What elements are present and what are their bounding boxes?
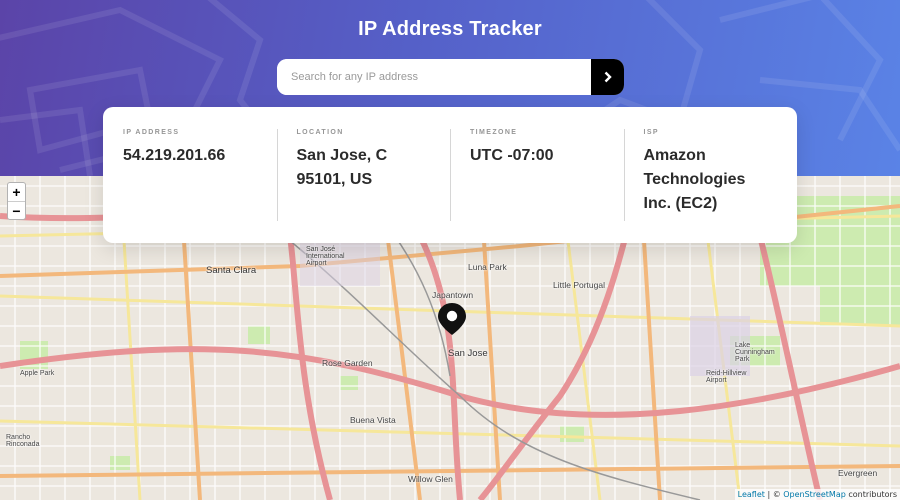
- map-label-lake-cunningham: Lake Cunningham Park: [735, 342, 775, 363]
- zoom-out-button[interactable]: −: [8, 201, 25, 219]
- map-label-rose-garden: Rose Garden: [322, 358, 373, 368]
- map-label-sjc-airport: San José International Airport: [306, 246, 345, 267]
- isp-label: ISP: [643, 129, 659, 136]
- map-label-san-jose: San Jose: [448, 348, 488, 359]
- map-label-buena-vista: Buena Vista: [350, 415, 396, 425]
- map-label-rancho-rinconada: Rancho Rinconada: [6, 434, 40, 448]
- location-label: Location: [296, 129, 344, 136]
- search-bar: [277, 59, 624, 95]
- timezone-label: Timezone: [470, 129, 518, 136]
- isp-section: ISP Amazon Technologies Inc. (EC2): [623, 129, 798, 223]
- map-label-willow-glen: Willow Glen: [408, 474, 453, 484]
- location-section: Location San Jose, C 95101, US: [276, 129, 451, 223]
- search-submit-button[interactable]: [591, 59, 624, 95]
- zoom-in-button[interactable]: +: [8, 183, 25, 201]
- map-label-evergreen: Evergreen: [838, 468, 878, 478]
- attribution-suffix: contributors: [845, 490, 897, 499]
- location-value: San Jose, C 95101, US: [296, 147, 388, 188]
- search-input[interactable]: [277, 59, 591, 95]
- zoom-control: + −: [7, 182, 26, 220]
- map-attribution: Leaflet | © OpenStreetMap contributors: [734, 489, 900, 500]
- ip-address-label: IP Address: [123, 129, 180, 136]
- chevron-right-icon: [604, 71, 612, 83]
- map-label-luna-park: Luna Park: [468, 262, 507, 272]
- map-label-santa-clara: Santa Clara: [206, 265, 257, 276]
- page-title: IP Address Tracker: [358, 18, 542, 40]
- attribution-separator: | ©: [764, 490, 784, 499]
- location-marker-icon[interactable]: [437, 302, 467, 336]
- osm-link[interactable]: OpenStreetMap: [783, 490, 846, 499]
- leaflet-link[interactable]: Leaflet: [738, 490, 765, 499]
- map-label-apple-park: Apple Park: [20, 370, 55, 377]
- isp-value: Amazon Technologies Inc. (EC2): [643, 147, 746, 212]
- timezone-section: Timezone UTC -07:00: [450, 129, 624, 223]
- timezone-value: UTC -07:00: [470, 147, 554, 164]
- map-label-japantown: Japantown: [432, 290, 474, 300]
- ip-address-section: IP Address 54.219.201.66: [103, 129, 277, 223]
- map-label-little-portugal: Little Portugal: [553, 280, 605, 290]
- info-card: IP Address 54.219.201.66 Location San Jo…: [103, 107, 797, 243]
- ip-address-value: 54.219.201.66: [123, 147, 226, 164]
- map-label-reid-hillview: Reid-Hillview Airport: [706, 370, 747, 384]
